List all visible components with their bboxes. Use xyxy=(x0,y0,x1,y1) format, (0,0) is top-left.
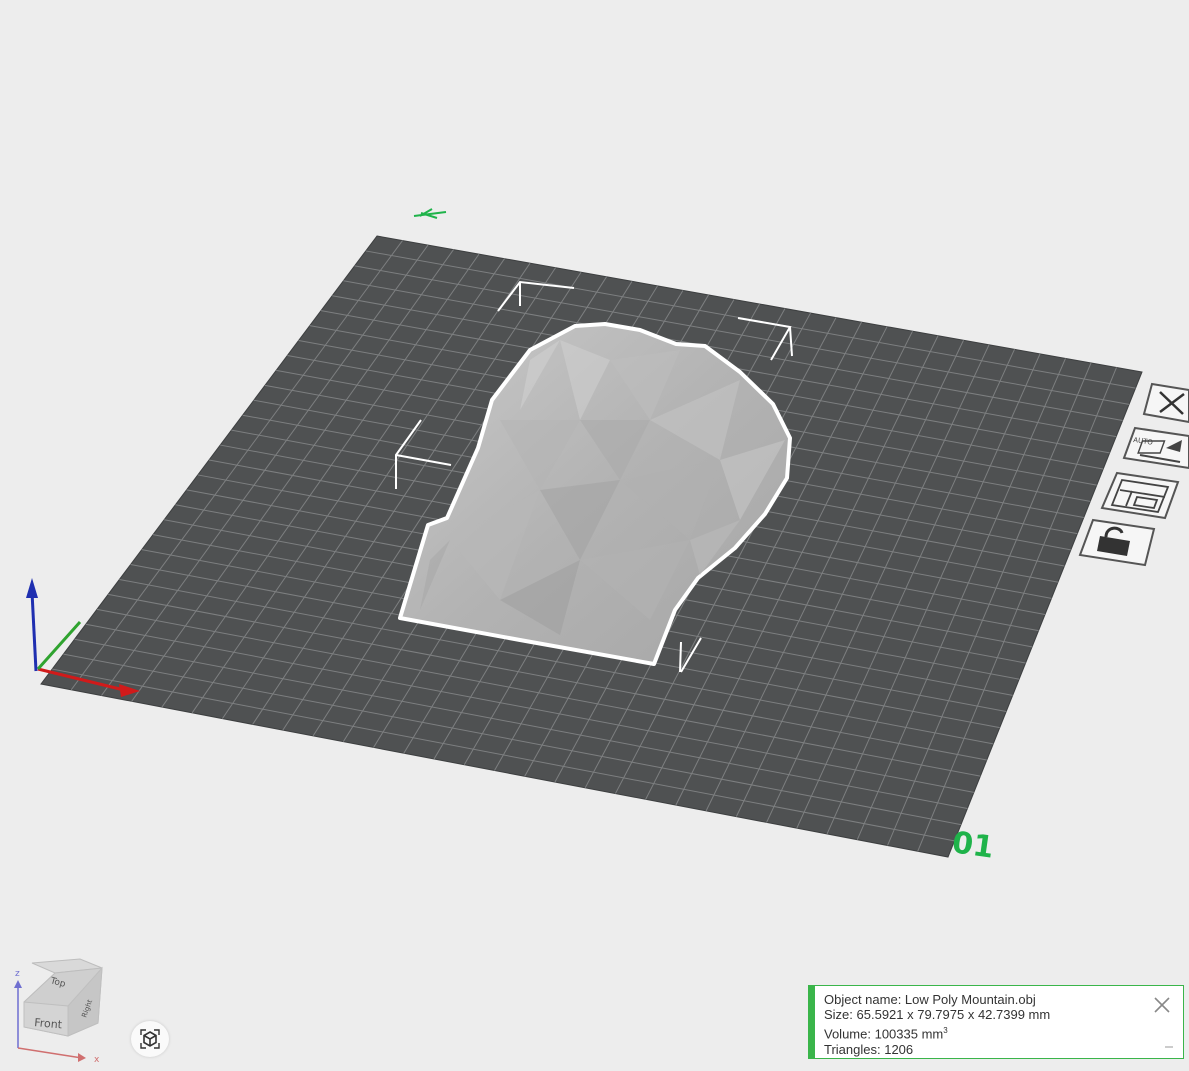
cube-view-icon xyxy=(140,1029,160,1049)
3d-viewport[interactable]: 01 AUTO Top Front Right z x Object name:… xyxy=(0,0,1189,1071)
plate-number-label: 01 xyxy=(950,825,996,865)
view-cube-x-axis xyxy=(17,1047,83,1059)
object-volume-row: Volume: 100335 mm3 xyxy=(824,1023,1183,1042)
view-cube-z-label: z xyxy=(15,969,20,979)
object-info-panel: Object name: Low Poly Mountain.obj Size:… xyxy=(808,985,1184,1059)
object-volume-text: Volume: 100335 mm xyxy=(824,1026,944,1042)
object-name-text: Object name: Low Poly Mountain.obj xyxy=(824,992,1036,1007)
object-triangles-text: Triangles: 1206 xyxy=(824,1041,914,1057)
view-cube-x-label: x xyxy=(94,1055,100,1065)
close-icon[interactable] xyxy=(1151,994,1173,1016)
z-axis-line xyxy=(30,591,38,672)
scene-canvas[interactable]: 01 xyxy=(0,0,1189,1071)
z-axis-arrow xyxy=(26,578,38,598)
plate-corner-mark xyxy=(413,208,447,219)
view-cube-front-label: Front xyxy=(34,1016,64,1031)
reset-view-button[interactable] xyxy=(131,1021,169,1057)
object-size-text: Size: 65.5921 x 79.7975 x 42.7399 mm xyxy=(824,1007,1051,1023)
volume-unit-superscript: 3 xyxy=(943,1025,948,1035)
view-cube[interactable]: Top Front Right z x xyxy=(10,956,110,1066)
minimize-icon[interactable] xyxy=(1164,1042,1174,1052)
